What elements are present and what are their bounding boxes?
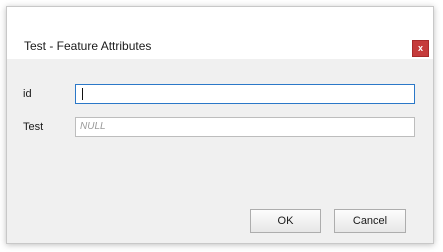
text-caret xyxy=(82,88,83,101)
dialog-title: Test - Feature Attributes xyxy=(24,39,152,53)
ok-button[interactable]: OK xyxy=(250,209,321,233)
feature-attributes-dialog: Test - Feature Attributes x id Test NULL… xyxy=(6,6,434,244)
id-input[interactable] xyxy=(75,84,415,104)
test-label: Test xyxy=(23,121,44,133)
test-input[interactable]: NULL xyxy=(75,117,415,137)
close-button[interactable]: x xyxy=(412,40,429,57)
title-bar: Test - Feature Attributes x xyxy=(7,7,433,59)
id-label: id xyxy=(23,88,32,100)
test-placeholder: NULL xyxy=(80,121,106,132)
page: Test - Feature Attributes x id Test NULL… xyxy=(0,0,443,252)
close-icon: x xyxy=(417,43,423,53)
cancel-button[interactable]: Cancel xyxy=(334,209,406,233)
